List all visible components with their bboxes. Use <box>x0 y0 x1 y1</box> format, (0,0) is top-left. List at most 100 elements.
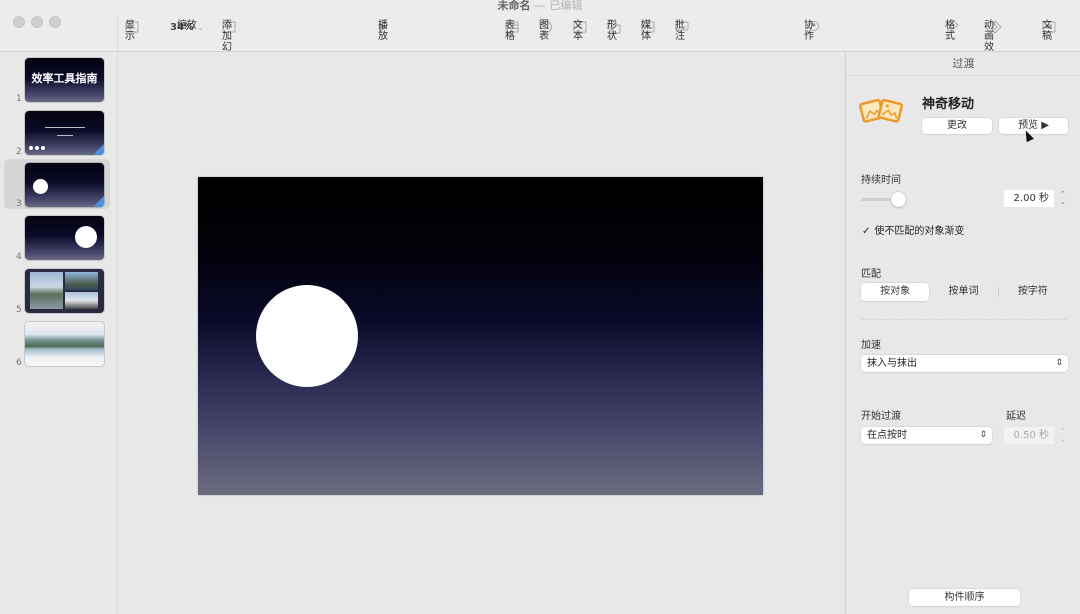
slide-number: 4 <box>16 252 22 262</box>
duration-slider-knob[interactable] <box>891 192 906 207</box>
match-by-word[interactable]: 按单词 <box>929 283 997 301</box>
document-status: 已编辑 <box>549 0 583 12</box>
text-button[interactable]: T 文本 <box>573 20 587 42</box>
section-divider <box>861 319 1067 320</box>
zoom-menu[interactable]: 34% ⌄ 缩放 <box>170 20 204 36</box>
dot <box>29 146 33 150</box>
chevron-down-icon: ⌄ <box>196 22 204 32</box>
toolbar: 未命名—已编辑 显示 34%⌄ 缩放 添加幻灯片 播放 表格 图表 T 文本 <box>0 0 1080 75</box>
moon-shape[interactable] <box>256 285 358 387</box>
moon-shape <box>75 226 97 248</box>
media-button[interactable]: 媒体 <box>641 20 655 42</box>
comment-label: 批注 <box>675 20 685 42</box>
title-separator: — <box>534 0 546 12</box>
slide-preview <box>25 163 104 207</box>
current-slide[interactable] <box>198 177 763 495</box>
change-transition-button[interactable]: 更改 <box>922 118 992 134</box>
magic-move-icon <box>859 96 903 132</box>
photo-mountains <box>65 292 98 309</box>
match-by-object[interactable]: 按对象 <box>861 283 930 301</box>
preview-button[interactable]: 预览 ▶ <box>999 118 1068 134</box>
view-button[interactable]: 显示 <box>125 20 139 42</box>
acceleration-label: 加速 <box>861 340 881 351</box>
shape-label: 形状 <box>607 20 617 42</box>
slide-navigator: 1 效率工具指南 2 3 4 5 6 <box>0 52 117 614</box>
view-label: 显示 <box>125 20 135 42</box>
match-label: 匹配 <box>861 269 881 280</box>
play-label: 播放 <box>378 20 388 42</box>
slide-preview <box>25 216 104 260</box>
acceleration-value: 抹入与抹出 <box>867 358 917 369</box>
collaborate-label: 协作 <box>804 20 814 42</box>
checkmark-icon: ✓ <box>862 226 871 237</box>
animate-button[interactable]: 动画效果 <box>984 20 1002 64</box>
comment-button[interactable]: 批注 <box>675 20 689 42</box>
transition-inspector: 过渡 神奇移动 更改 预览 ▶ 持续时间 2.00 秒 ⌃ ⌄ ✓ 使不匹配的对象渐… <box>845 52 1080 614</box>
close-window-button[interactable] <box>13 16 25 28</box>
delay-stepper[interactable]: ⌃ ⌄ <box>1059 427 1067 444</box>
text-label: 文本 <box>573 20 583 42</box>
chart-label: 图表 <box>539 20 549 42</box>
transition-indicator-icon <box>93 144 104 155</box>
transition-indicator-icon <box>93 196 104 207</box>
inspector-tab-title[interactable]: 过渡 <box>846 52 1080 76</box>
duration-stepper[interactable]: ⌃ ⌄ <box>1059 190 1067 207</box>
duration-field[interactable]: 2.00 秒 <box>1004 190 1054 207</box>
match-by-character[interactable]: 按字符 <box>999 283 1067 301</box>
minimize-window-button[interactable] <box>31 16 43 28</box>
start-transition-label: 开始过渡 <box>861 411 901 422</box>
format-button[interactable]: 格式 <box>945 20 959 42</box>
start-transition-value: 在点按时 <box>867 430 907 441</box>
slide-number: 6 <box>16 358 22 368</box>
delay-label: 延迟 <box>1006 411 1026 422</box>
zoom-window-button[interactable] <box>49 16 61 28</box>
fade-unmatched-label: 使不匹配的对象渐变 <box>874 226 965 237</box>
slide-preview <box>25 111 104 155</box>
start-transition-select[interactable]: 在点按时 ⇕ <box>861 427 992 444</box>
chart-button[interactable]: 图表 <box>539 20 553 42</box>
match-segmented-control: 按对象 按单词 按字符 <box>861 283 1067 301</box>
fade-unmatched-checkbox[interactable]: ✓ 使不匹配的对象渐变 <box>862 222 964 237</box>
zoom-label: 缩放 <box>176 20 197 31</box>
photo-lake <box>30 272 63 309</box>
add-slide-button[interactable]: 添加幻灯片 <box>222 20 236 75</box>
moon-shape <box>33 179 48 194</box>
shape-button[interactable]: 形状 <box>607 20 621 42</box>
slide-thumbnail-6[interactable]: 6 <box>4 318 110 368</box>
document-name: 未命名 <box>497 0 531 12</box>
slide-thumbnail-1[interactable]: 1 效率工具指南 <box>4 54 110 104</box>
slide-thumbnail-2[interactable]: 2 <box>4 107 110 157</box>
acceleration-select[interactable]: 抹入与抹出 ⇕ <box>861 355 1068 372</box>
slide-preview <box>25 269 104 313</box>
slide-number: 1 <box>16 94 22 104</box>
slide-canvas[interactable] <box>118 52 845 614</box>
text-line <box>57 135 73 136</box>
dot <box>41 146 45 150</box>
updown-chevron-icon: ⇕ <box>979 430 987 440</box>
format-label: 格式 <box>945 20 955 42</box>
photo-island <box>65 272 98 290</box>
slide-thumbnail-5[interactable]: 5 <box>4 265 110 315</box>
collaborate-button[interactable]: 协作 <box>804 20 820 42</box>
slide-thumbnail-3[interactable]: 3 <box>4 159 110 209</box>
slide-preview <box>25 322 104 366</box>
duration-label: 持续时间 <box>861 175 901 186</box>
window-title: 未命名 — 已编辑 <box>0 0 1080 12</box>
table-button[interactable]: 表格 <box>505 20 519 42</box>
slide-preview: 效率工具指南 <box>25 58 104 102</box>
keynote-window: 未命名—已编辑 显示 34%⌄ 缩放 添加幻灯片 播放 表格 图表 T 文本 <box>0 0 1080 614</box>
transition-effect-name: 神奇移动 <box>922 97 975 112</box>
slide-number: 3 <box>16 199 22 209</box>
document-button[interactable]: 文稿 <box>1042 20 1056 42</box>
delay-field[interactable]: 0.50 秒 <box>1004 427 1054 444</box>
play-button[interactable]: 播放 <box>378 20 388 42</box>
document-label: 文稿 <box>1042 20 1052 42</box>
slide-thumbnail-4[interactable]: 4 <box>4 212 110 262</box>
build-order-button[interactable]: 构件顺序 <box>909 589 1020 606</box>
text-line <box>45 127 85 128</box>
slide-number: 5 <box>16 305 22 315</box>
dot <box>35 146 39 150</box>
media-label: 媒体 <box>641 20 651 42</box>
updown-chevron-icon: ⇕ <box>1055 358 1063 368</box>
slide-title: 效率工具指南 <box>31 72 98 85</box>
